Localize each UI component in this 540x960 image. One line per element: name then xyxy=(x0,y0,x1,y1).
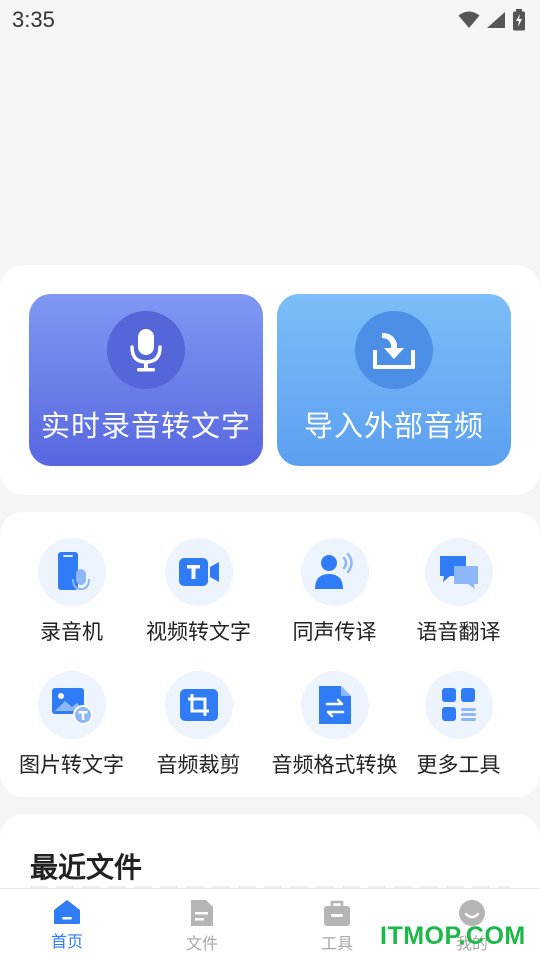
tool-image-to-text[interactable]: 图片转文字 xyxy=(4,671,139,779)
tool-label: 同声传译 xyxy=(292,620,377,644)
tool-audio-crop[interactable]: 音频裁剪 xyxy=(131,671,266,779)
crop-icon xyxy=(164,671,233,739)
tool-label: 音频裁剪 xyxy=(156,753,241,777)
tab-label: 工具 xyxy=(320,934,353,953)
tool-label: 录音机 xyxy=(40,620,103,644)
import-audio-label: 导入外部音频 xyxy=(303,409,484,443)
microphone-icon xyxy=(107,311,185,389)
chat-translate-icon xyxy=(424,538,493,606)
battery-icon xyxy=(513,9,525,31)
wifi-icon xyxy=(458,11,480,28)
signal-icon xyxy=(487,12,505,28)
image-text-icon xyxy=(37,671,106,739)
download-icon xyxy=(355,311,433,389)
status-bar: 3:35 xyxy=(0,0,540,40)
status-icons xyxy=(458,9,526,31)
format-convert-icon xyxy=(300,671,369,739)
tab-files[interactable]: 文件 xyxy=(152,899,252,954)
tool-more[interactable]: 更多工具 xyxy=(391,671,526,779)
tool-label: 语音翻译 xyxy=(416,620,501,644)
tool-label: 更多工具 xyxy=(416,753,501,777)
tool-format-convert[interactable]: 音频格式转换 xyxy=(267,671,402,779)
tool-simultaneous-interpretation[interactable]: 同声传译 xyxy=(267,538,402,646)
tool-label: 视频转文字 xyxy=(146,620,251,644)
status-time: 3:35 xyxy=(12,7,55,32)
tab-label: 首页 xyxy=(50,932,83,951)
primary-actions-card: 实时录音转文字 导入外部音频 xyxy=(0,265,540,495)
grid-icon xyxy=(424,671,493,739)
tool-video-to-text[interactable]: 视频转文字 xyxy=(131,538,266,646)
tool-voice-translate[interactable]: 语音翻译 xyxy=(391,538,526,646)
tools-card: 录音机 视频转文字 同声传译 语音翻译 图片转文字 音频裁剪 音频格式转换 更多… xyxy=(0,512,540,797)
recent-files-title: 最近文件 xyxy=(30,851,143,884)
tab-home[interactable]: 首页 xyxy=(17,899,117,952)
interpreter-icon xyxy=(300,538,369,606)
home-icon xyxy=(54,900,80,924)
toolbox-icon xyxy=(324,900,350,926)
recorder-icon xyxy=(37,538,106,606)
watermark-text: ITMOP.COM xyxy=(380,922,526,950)
tab-label: 文件 xyxy=(185,934,218,953)
tool-label: 图片转文字 xyxy=(19,753,124,777)
tool-recorder[interactable]: 录音机 xyxy=(4,538,139,646)
realtime-transcribe-label: 实时录音转文字 xyxy=(40,409,251,443)
tool-label: 音频格式转换 xyxy=(271,753,398,777)
tab-tools[interactable]: 工具 xyxy=(287,899,387,954)
import-audio-button[interactable]: 导入外部音频 xyxy=(277,294,511,466)
video-text-icon xyxy=(164,538,233,606)
realtime-transcribe-button[interactable]: 实时录音转文字 xyxy=(29,294,263,466)
file-icon xyxy=(191,900,213,926)
